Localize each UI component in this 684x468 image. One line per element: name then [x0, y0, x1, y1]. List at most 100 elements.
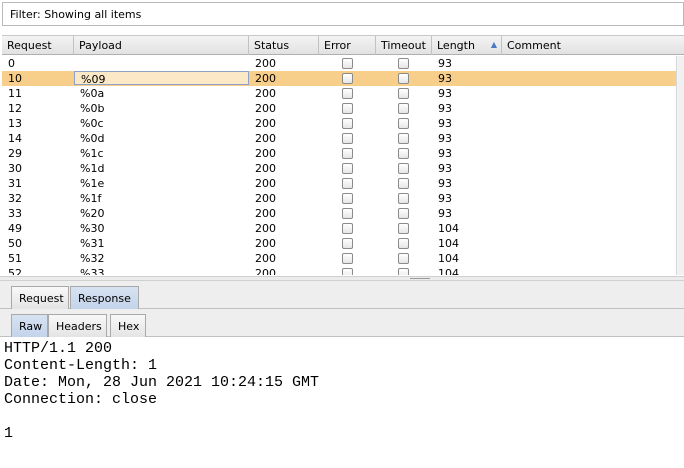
- timeout-checkbox[interactable]: [398, 253, 409, 264]
- error-checkbox[interactable]: [342, 253, 353, 264]
- cell-request: 33: [8, 207, 22, 220]
- timeout-checkbox[interactable]: [398, 118, 409, 129]
- cell-comment: [502, 116, 508, 131]
- cell-comment: [502, 101, 508, 116]
- cell-length: 104: [438, 252, 459, 265]
- tab-response[interactable]: Response: [70, 286, 139, 309]
- cell-status: 200: [255, 177, 276, 190]
- error-checkbox[interactable]: [342, 73, 353, 84]
- column-header-length-label: Length: [437, 39, 475, 52]
- table-row[interactable]: 30 %1d 200 93: [2, 161, 676, 176]
- results-table: Request Payload Status Error Timeout Len…: [2, 35, 684, 275]
- table-row[interactable]: 12 %0b 200 93: [2, 101, 676, 116]
- cell-length: 104: [438, 222, 459, 235]
- table-row[interactable]: 13 %0c 200 93: [2, 116, 676, 131]
- column-header-payload[interactable]: Payload: [74, 36, 249, 55]
- cell-comment: [502, 206, 508, 221]
- response-line: Date: Mon, 28 Jun 2021 10:24:15 GMT: [4, 374, 320, 391]
- timeout-checkbox[interactable]: [398, 133, 409, 144]
- column-header-request[interactable]: Request: [2, 36, 74, 55]
- table-row[interactable]: 0 200 93: [2, 56, 676, 71]
- timeout-checkbox[interactable]: [398, 58, 409, 69]
- error-checkbox[interactable]: [342, 223, 353, 234]
- response-line: HTTP/1.1 200: [4, 340, 113, 357]
- column-header-status[interactable]: Status: [249, 36, 319, 55]
- error-checkbox[interactable]: [342, 118, 353, 129]
- error-checkbox[interactable]: [342, 133, 353, 144]
- cell-comment: [502, 251, 508, 266]
- error-checkbox[interactable]: [342, 148, 353, 159]
- cell-payload: %0d: [80, 132, 105, 145]
- timeout-checkbox[interactable]: [398, 163, 409, 174]
- tab-headers[interactable]: Headers: [48, 314, 107, 337]
- table-row[interactable]: 14 %0d 200 93: [2, 131, 676, 146]
- error-checkbox[interactable]: [342, 268, 353, 275]
- cell-payload: %1d: [80, 162, 105, 175]
- cell-status: 200: [255, 72, 276, 85]
- cell-length: 93: [438, 192, 452, 205]
- cell-request: 13: [8, 117, 22, 130]
- response-text-area[interactable]: HTTP/1.1 200 Content-Length: 1 Date: Mon, …: [0, 338, 684, 468]
- cell-status: 200: [255, 192, 276, 205]
- column-header-length[interactable]: Length ▲: [432, 36, 502, 55]
- response-line: 1: [4, 425, 14, 442]
- table-row[interactable]: 29 %1c 200 93: [2, 146, 676, 161]
- timeout-checkbox[interactable]: [398, 268, 409, 275]
- error-checkbox[interactable]: [342, 238, 353, 249]
- table-row[interactable]: 10 %09 200 93: [2, 71, 676, 86]
- error-checkbox[interactable]: [342, 178, 353, 189]
- cell-comment: [502, 86, 508, 101]
- cell-request: 0: [8, 57, 15, 70]
- tab-request[interactable]: Request: [11, 286, 69, 309]
- timeout-checkbox[interactable]: [398, 178, 409, 189]
- table-row[interactable]: 49 %30 200 104: [2, 221, 676, 236]
- cell-payload: %31: [80, 237, 105, 250]
- timeout-checkbox[interactable]: [398, 193, 409, 204]
- table-row[interactable]: 51 %32 200 104: [2, 251, 676, 266]
- cell-length: 93: [438, 177, 452, 190]
- timeout-checkbox[interactable]: [398, 208, 409, 219]
- cell-payload: %1f: [80, 192, 102, 205]
- error-checkbox[interactable]: [342, 58, 353, 69]
- table-row[interactable]: 50 %31 200 104: [2, 236, 676, 251]
- cell-length: 93: [438, 162, 452, 175]
- cell-request: 49: [8, 222, 22, 235]
- timeout-checkbox[interactable]: [398, 223, 409, 234]
- cell-payload: %0a: [80, 87, 105, 100]
- cell-payload: %32: [80, 252, 105, 265]
- tab-hex[interactable]: Hex: [110, 314, 146, 337]
- message-tabs: Request Response: [0, 281, 684, 309]
- cell-comment: [502, 146, 508, 161]
- error-checkbox[interactable]: [342, 163, 353, 174]
- error-checkbox[interactable]: [342, 103, 353, 114]
- error-checkbox[interactable]: [342, 88, 353, 99]
- table-row[interactable]: 11 %0a 200 93: [2, 86, 676, 101]
- filter-bar[interactable]: Filter: Showing all items: [2, 2, 684, 26]
- cell-status: 200: [255, 102, 276, 115]
- column-header-error[interactable]: Error: [319, 36, 376, 55]
- timeout-checkbox[interactable]: [398, 73, 409, 84]
- table-row[interactable]: 31 %1e 200 93: [2, 176, 676, 191]
- cell-length: 93: [438, 117, 452, 130]
- timeout-checkbox[interactable]: [398, 103, 409, 114]
- error-checkbox[interactable]: [342, 193, 353, 204]
- tab-raw[interactable]: Raw: [11, 314, 48, 337]
- table-row[interactable]: 52 %33 200 104: [2, 266, 676, 275]
- response-line: Content-Length: 1: [4, 357, 158, 374]
- error-checkbox[interactable]: [342, 208, 353, 219]
- timeout-checkbox[interactable]: [398, 88, 409, 99]
- table-row[interactable]: 33 %20 200 93: [2, 206, 676, 221]
- timeout-checkbox[interactable]: [398, 238, 409, 249]
- cell-comment: [502, 236, 508, 251]
- table-row[interactable]: 32 %1f 200 93: [2, 191, 676, 206]
- cell-comment: [502, 71, 508, 86]
- timeout-checkbox[interactable]: [398, 148, 409, 159]
- splitter-grip[interactable]: [410, 278, 430, 279]
- column-header-comment[interactable]: Comment: [502, 36, 684, 55]
- cell-status: 200: [255, 132, 276, 145]
- cell-status: 200: [255, 87, 276, 100]
- column-header-timeout[interactable]: Timeout: [376, 36, 432, 55]
- view-tabs: Raw Headers Hex: [0, 309, 684, 337]
- cell-length: 93: [438, 132, 452, 145]
- table-vertical-scrollbar[interactable]: [676, 56, 684, 275]
